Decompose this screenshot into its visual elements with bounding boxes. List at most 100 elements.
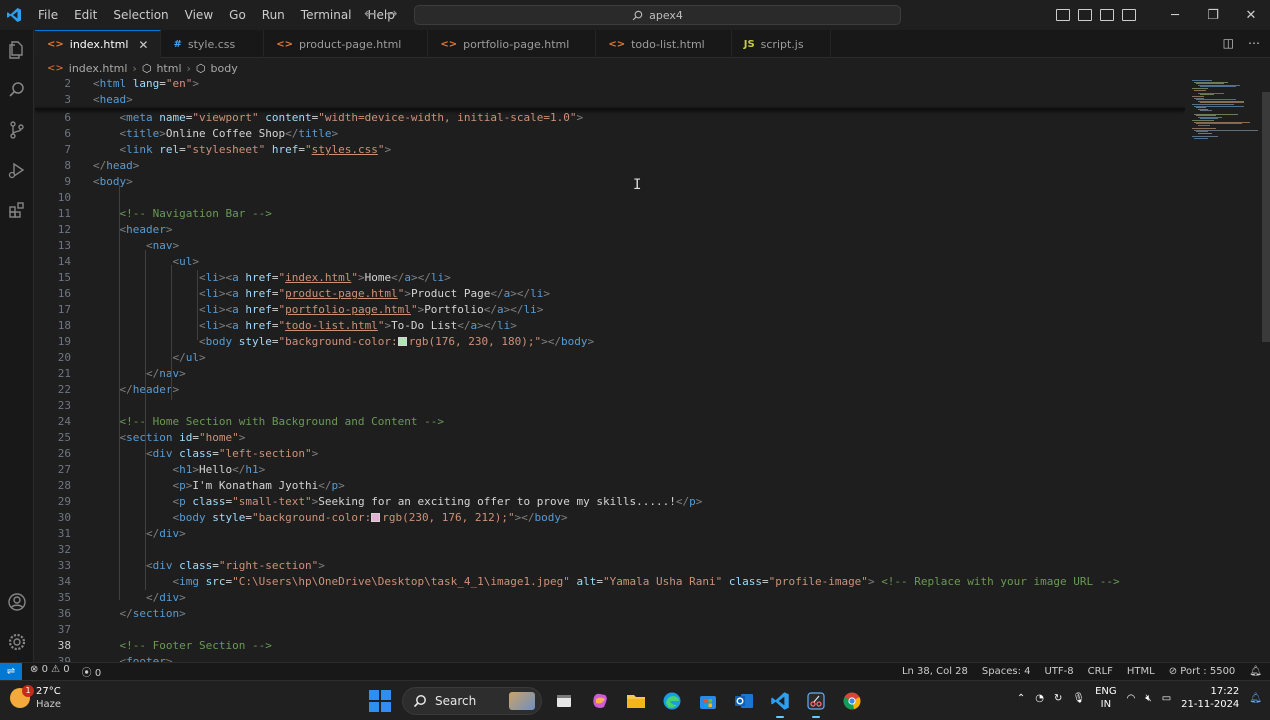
source-control-icon[interactable] — [0, 110, 34, 150]
code-line[interactable]: 10 — [35, 190, 1185, 206]
notifications-bell-icon[interactable]: 🔔︎ — [1249, 666, 1262, 677]
code-line[interactable]: 30 <body style="background-color: rgb(230… — [35, 510, 1185, 526]
code-line[interactable]: 35 </div> — [35, 590, 1185, 606]
remote-indicator-icon[interactable]: ⇌ — [0, 662, 22, 681]
file-explorer-icon[interactable] — [622, 687, 650, 715]
sync-icon[interactable]: ↻ — [1054, 693, 1062, 704]
battery-icon[interactable]: ▭ — [1162, 693, 1171, 704]
indentation[interactable]: Spaces: 4 — [982, 666, 1031, 677]
close-window-button[interactable]: ✕ — [1232, 8, 1270, 23]
input-language[interactable]: ENG IN — [1095, 685, 1117, 711]
split-editor-icon[interactable]: ◫ — [1223, 36, 1234, 50]
code-line[interactable]: 11 <!-- Navigation Bar --> — [35, 206, 1185, 222]
accounts-icon[interactable] — [0, 582, 34, 622]
taskbar-search[interactable]: Search — [402, 687, 542, 715]
color-swatch[interactable] — [371, 513, 381, 522]
tab-style-css[interactable]: # style.css — [161, 30, 265, 58]
vscode-logo-icon[interactable] — [0, 0, 28, 30]
forward-arrow-icon[interactable]: → — [386, 6, 398, 22]
end-of-line[interactable]: CRLF — [1088, 666, 1113, 677]
command-center-search[interactable]: apex4 — [414, 5, 901, 25]
toggle-primary-sidebar-icon[interactable] — [1056, 9, 1070, 21]
tab-script-js[interactable]: JS script.js — [732, 30, 831, 58]
toggle-panel-icon[interactable] — [1078, 9, 1092, 21]
code-line[interactable]: 31 </div> — [35, 526, 1185, 542]
tab-todo-list-html[interactable]: <> todo-list.html — [596, 30, 732, 58]
tab-portfolio-page-html[interactable]: <> portfolio-page.html — [428, 30, 597, 58]
code-line[interactable]: 21 </nav> — [35, 366, 1185, 382]
code-line[interactable]: 24 <!-- Home Section with Background and… — [35, 414, 1185, 430]
code-line[interactable]: 6 <meta name="viewport" content="width=d… — [35, 110, 1185, 126]
menu-terminal[interactable]: Terminal — [293, 8, 360, 22]
code-line[interactable]: 37 — [35, 622, 1185, 638]
vscode-taskbar-icon[interactable] — [766, 687, 794, 718]
code-line[interactable]: 33 <div class="right-section"> — [35, 558, 1185, 574]
chrome-icon[interactable] — [838, 687, 866, 715]
code-line[interactable]: 19 <body style="background-color: rgb(176… — [35, 334, 1185, 350]
encoding[interactable]: UTF-8 — [1044, 666, 1073, 677]
code-line[interactable]: 28 <p>I'm Konatham Jyothi</p> — [35, 478, 1185, 494]
code-editor[interactable]: I 2 <html lang="en"> 3 <head> 6 <meta name="… — [35, 77, 1185, 662]
code-line[interactable]: 20 </ul> — [35, 350, 1185, 366]
explorer-icon[interactable] — [0, 30, 34, 70]
code-line[interactable]: 9 <body> — [35, 174, 1185, 190]
code-line[interactable]: 29 <p class="small-text">Seeking for an … — [35, 494, 1185, 510]
restore-button[interactable]: ❐ — [1194, 8, 1232, 23]
menu-go[interactable]: Go — [221, 8, 254, 22]
run-and-debug-icon[interactable] — [0, 150, 34, 190]
color-swatch[interactable] — [397, 337, 407, 346]
code-line[interactable]: 32 — [35, 542, 1185, 558]
code-line[interactable]: 15 <li><a href="index.html">Home</a></li… — [35, 270, 1185, 286]
code-line[interactable]: 7 <link rel="stylesheet" href="styles.cs… — [35, 142, 1185, 158]
extensions-icon[interactable] — [0, 190, 34, 230]
code-line[interactable]: 38 <!-- Footer Section --> — [35, 638, 1185, 654]
breadcrumb-body[interactable]: body — [211, 62, 238, 75]
more-actions-icon[interactable]: ⋯ — [1248, 36, 1260, 50]
menu-file[interactable]: File — [30, 8, 66, 22]
code-line[interactable]: 12 <header> — [35, 222, 1185, 238]
volume-muted-icon[interactable]: 🔇︎ — [1145, 693, 1151, 704]
tab-product-page-html[interactable]: <> product-page.html — [264, 30, 429, 58]
language-mode[interactable]: HTML — [1127, 666, 1155, 677]
microphone-icon[interactable]: 🎙︎ — [1072, 693, 1085, 704]
code-line[interactable]: 14 <ul> — [35, 254, 1185, 270]
menu-edit[interactable]: Edit — [66, 8, 105, 22]
live-server-port[interactable]: ⊘ Port : 5500 — [1169, 666, 1236, 677]
problems-indicator[interactable]: ⊗ 0 ⚠ 0 — [30, 664, 70, 679]
code-line[interactable]: 34 <img src="C:\Users\hp\OneDrive\Deskto… — [35, 574, 1185, 590]
tab-index-html[interactable]: <> index.html ✕ — [35, 30, 162, 58]
customize-layout-icon[interactable] — [1122, 9, 1136, 21]
toggle-secondary-sidebar-icon[interactable] — [1100, 9, 1114, 21]
ports-indicator[interactable]: ⦿ 0 — [82, 664, 102, 679]
weather-widget[interactable]: 1 27°C Haze — [10, 685, 61, 711]
breadcrumb-file[interactable]: index.html — [69, 62, 128, 75]
menu-selection[interactable]: Selection — [105, 8, 176, 22]
cursor-position[interactable]: Ln 38, Col 28 — [902, 666, 968, 677]
settings-gear-icon[interactable] — [0, 622, 34, 662]
search-icon[interactable] — [0, 70, 34, 110]
notifications-bell-icon[interactable]: 🔔︎ — [1249, 693, 1262, 704]
close-tab-icon[interactable]: ✕ — [138, 38, 148, 52]
show-hidden-icons-chevron-up-icon[interactable]: ⌃ — [1017, 693, 1025, 704]
menu-view[interactable]: View — [177, 8, 221, 22]
code-line[interactable]: 2 <html lang="en"> — [35, 77, 1185, 92]
code-line[interactable]: 3 <head> — [35, 92, 1185, 108]
minimap[interactable] — [1188, 77, 1258, 662]
outlook-icon[interactable] — [730, 687, 758, 715]
snipping-tool-icon[interactable] — [802, 687, 830, 718]
clock[interactable]: 17:22 21-11-2024 — [1181, 685, 1239, 711]
code-line[interactable]: 26 <div class="left-section"> — [35, 446, 1185, 462]
code-line[interactable]: 6 <title>Online Coffee Shop</title> — [35, 126, 1185, 142]
network-status-icon[interactable]: ◔ — [1035, 693, 1044, 704]
microsoft-store-icon[interactable] — [694, 687, 722, 715]
breadcrumb-html[interactable]: html — [156, 62, 181, 75]
code-line[interactable]: 16 <li><a href="product-page.html">Produ… — [35, 286, 1185, 302]
code-line[interactable]: 39 <footer> — [35, 654, 1185, 662]
code-line[interactable]: 22 </header> — [35, 382, 1185, 398]
code-line[interactable]: 27 <h1>Hello</h1> — [35, 462, 1185, 478]
menu-run[interactable]: Run — [254, 8, 293, 22]
code-line[interactable]: 8 </head> — [35, 158, 1185, 174]
code-line[interactable]: 25 <section id="home"> — [35, 430, 1185, 446]
edge-browser-icon[interactable] — [658, 687, 686, 715]
wifi-icon[interactable]: ◠ — [1127, 693, 1136, 704]
